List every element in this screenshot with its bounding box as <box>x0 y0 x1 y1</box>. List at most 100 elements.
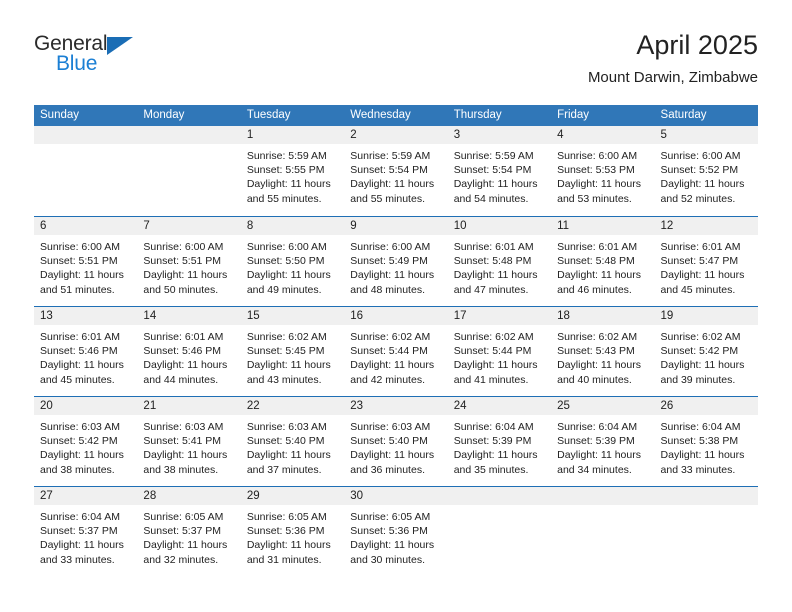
day-cell[interactable]: 12 Sunrise: 6:01 AM Sunset: 5:47 PM Dayligh… <box>654 217 758 306</box>
daylight-text-line2: and 48 minutes. <box>350 283 425 296</box>
day-cell[interactable]: 4 Sunrise: 6:00 AM Sunset: 5:53 PM Daylight… <box>551 126 655 216</box>
sunset-text: Sunset: 5:47 PM <box>660 255 739 268</box>
weekday-saturday: Saturday <box>660 109 707 121</box>
sunrise-text: Sunrise: 6:00 AM <box>246 241 327 253</box>
weeks-container: 1 Sunrise: 5:59 AM Sunset: 5:55 PM Daylight… <box>34 126 758 576</box>
day-cell[interactable]: 2 Sunrise: 5:59 AM Sunset: 5:54 PM Daylight… <box>344 126 448 216</box>
sunset-text: Sunset: 5:36 PM <box>350 525 428 538</box>
day-cell[interactable]: 25 Sunrise: 6:04 AM Sunset: 5:39 PM Dayligh… <box>551 397 655 486</box>
day-cell[interactable]: 23 Sunrise: 6:03 AM Sunset: 5:40 PM Dayligh… <box>344 397 448 486</box>
day-number-band: 21 <box>137 397 241 415</box>
day-cell[interactable]: 8 Sunrise: 6:00 AM Sunset: 5:50 PM Daylight… <box>240 217 345 306</box>
day-cell[interactable]: 24 Sunrise: 6:04 AM Sunset: 5:39 PM Dayligh… <box>447 397 552 486</box>
day-details: Sunrise: 6:00 AM Sunset: 5:53 PM Daylight:… <box>551 144 654 206</box>
day-number-band: 14 <box>137 307 241 325</box>
day-cell[interactable]: 22 Sunrise: 6:03 AM Sunset: 5:40 PM Dayligh… <box>240 397 345 486</box>
day-details: Sunrise: 6:03 AM Sunset: 5:42 PM Daylight:… <box>34 415 137 477</box>
sunset-text: Sunset: 5:36 PM <box>246 525 325 538</box>
weekday-wednesday: Wednesday <box>350 109 411 121</box>
sunrise-text: Sunrise: 6:04 AM <box>453 421 534 433</box>
day-details: Sunrise: 6:01 AM Sunset: 5:48 PM Daylight:… <box>448 235 551 297</box>
day-number: 3 <box>453 129 461 141</box>
daylight-text-line1: Daylight: 11 hours <box>143 359 228 372</box>
daylight-text-line1: Daylight: 11 hours <box>453 359 538 372</box>
day-cell[interactable]: 7 Sunrise: 6:00 AM Sunset: 5:51 PM Daylight… <box>137 217 241 306</box>
daylight-text-line1: Daylight: 11 hours <box>660 359 745 372</box>
day-number-band: 30 <box>344 487 448 505</box>
day-number: 26 <box>660 400 674 412</box>
sunset-text: Sunset: 5:37 PM <box>40 525 118 538</box>
calendar-grid: Sunday Monday Tuesday Wednesday Thursday… <box>34 105 758 576</box>
day-details: Sunrise: 6:03 AM Sunset: 5:40 PM Daylight:… <box>241 415 344 477</box>
daylight-text-line2: and 52 minutes. <box>660 192 736 205</box>
day-cell[interactable]: 18 Sunrise: 6:02 AM Sunset: 5:43 PM Dayligh… <box>551 307 655 396</box>
day-number: 24 <box>453 400 467 412</box>
day-cell-empty <box>551 487 655 576</box>
daylight-text-line1: Daylight: 11 hours <box>350 269 435 282</box>
sunrise-text: Sunrise: 6:00 AM <box>143 241 224 253</box>
sunset-text: Sunset: 5:41 PM <box>143 435 222 448</box>
sunrise-text: Sunrise: 6:02 AM <box>660 331 741 343</box>
day-number: 28 <box>143 490 157 502</box>
day-cell[interactable]: 9 Sunrise: 6:00 AM Sunset: 5:49 PM Daylight… <box>344 217 448 306</box>
day-details: Sunrise: 6:02 AM Sunset: 5:42 PM Daylight:… <box>655 325 758 387</box>
sunset-text: Sunset: 5:42 PM <box>660 345 739 358</box>
day-cell[interactable]: 10 Sunrise: 6:01 AM Sunset: 5:48 PM Dayligh… <box>447 217 552 306</box>
day-details: Sunrise: 6:01 AM Sunset: 5:47 PM Daylight:… <box>655 235 758 297</box>
day-cell[interactable]: 19 Sunrise: 6:02 AM Sunset: 5:42 PM Dayligh… <box>654 307 758 396</box>
day-cell[interactable]: 14 Sunrise: 6:01 AM Sunset: 5:46 PM Dayligh… <box>137 307 241 396</box>
day-number: 7 <box>143 220 150 232</box>
title-block: April 2025 Mount Darwin, Zimbabwe <box>588 28 758 89</box>
daylight-text-line2: and 33 minutes. <box>40 553 115 566</box>
daylight-text-line2: and 38 minutes. <box>40 463 115 476</box>
day-details: Sunrise: 5:59 AM Sunset: 5:54 PM Daylight:… <box>344 144 447 206</box>
day-cell[interactable]: 15 Sunrise: 6:02 AM Sunset: 5:45 PM Dayligh… <box>240 307 345 396</box>
sunset-text: Sunset: 5:40 PM <box>246 435 325 448</box>
day-number: 8 <box>246 220 254 232</box>
day-cell[interactable]: 5 Sunrise: 6:00 AM Sunset: 5:52 PM Daylight… <box>654 126 758 216</box>
day-cell-empty <box>654 487 758 576</box>
day-cell[interactable]: 20 Sunrise: 6:03 AM Sunset: 5:42 PM Dayligh… <box>34 397 138 486</box>
day-number-band: 1 <box>240 126 345 144</box>
sunrise-text: Sunrise: 6:04 AM <box>40 511 120 523</box>
day-number: 12 <box>660 220 674 232</box>
daylight-text-line1: Daylight: 11 hours <box>350 178 435 191</box>
daylight-text-line1: Daylight: 11 hours <box>40 359 124 372</box>
day-cell[interactable]: 21 Sunrise: 6:03 AM Sunset: 5:41 PM Dayligh… <box>137 397 241 486</box>
day-details: Sunrise: 6:02 AM Sunset: 5:44 PM Daylight:… <box>344 325 447 387</box>
day-cell[interactable]: 11 Sunrise: 6:01 AM Sunset: 5:48 PM Dayligh… <box>551 217 655 306</box>
general-blue-logo[interactable]: General Blue <box>34 32 164 82</box>
daylight-text-line2: and 36 minutes. <box>350 463 425 476</box>
day-cell[interactable]: 30 Sunrise: 6:05 AM Sunset: 5:36 PM Dayligh… <box>344 487 448 576</box>
logo-text-blue: Blue <box>56 52 98 75</box>
daylight-text-line2: and 45 minutes. <box>660 283 736 296</box>
day-cell[interactable]: 3 Sunrise: 5:59 AM Sunset: 5:54 PM Daylight… <box>447 126 552 216</box>
day-cell[interactable]: 17 Sunrise: 6:02 AM Sunset: 5:44 PM Dayligh… <box>447 307 552 396</box>
day-cell[interactable]: 6 Sunrise: 6:00 AM Sunset: 5:51 PM Daylight… <box>34 217 138 306</box>
day-cell[interactable]: 27 Sunrise: 6:04 AM Sunset: 5:37 PM Dayligh… <box>34 487 138 576</box>
week-row: 27 Sunrise: 6:04 AM Sunset: 5:37 PM Dayligh… <box>34 486 758 576</box>
week-row: 20 Sunrise: 6:03 AM Sunset: 5:42 PM Dayligh… <box>34 396 758 486</box>
day-number: 30 <box>350 490 364 502</box>
triangle-icon <box>107 37 133 55</box>
sunset-text: Sunset: 5:53 PM <box>557 164 635 177</box>
day-cell[interactable]: 1 Sunrise: 5:59 AM Sunset: 5:55 PM Daylight… <box>240 126 345 216</box>
day-number-band <box>654 487 758 505</box>
daylight-text-line2: and 45 minutes. <box>40 373 115 386</box>
sunset-text: Sunset: 5:39 PM <box>557 435 635 448</box>
sunset-text: Sunset: 5:52 PM <box>660 164 739 177</box>
sunset-text: Sunset: 5:54 PM <box>350 164 428 177</box>
sunrise-text: Sunrise: 5:59 AM <box>350 150 431 162</box>
day-number: 16 <box>350 310 364 322</box>
day-cell[interactable]: 13 Sunrise: 6:01 AM Sunset: 5:46 PM Dayligh… <box>34 307 138 396</box>
sunrise-text: Sunrise: 5:59 AM <box>246 150 327 162</box>
day-number: 9 <box>350 220 357 232</box>
day-cell[interactable]: 26 Sunrise: 6:04 AM Sunset: 5:38 PM Dayligh… <box>654 397 758 486</box>
daylight-text-line2: and 40 minutes. <box>557 373 632 386</box>
day-number-band: 7 <box>137 217 241 235</box>
day-cell[interactable]: 16 Sunrise: 6:02 AM Sunset: 5:44 PM Dayligh… <box>344 307 448 396</box>
day-cell[interactable]: 29 Sunrise: 6:05 AM Sunset: 5:36 PM Dayligh… <box>240 487 345 576</box>
day-cell[interactable]: 28 Sunrise: 6:05 AM Sunset: 5:37 PM Dayligh… <box>137 487 241 576</box>
sunrise-text: Sunrise: 6:05 AM <box>143 511 224 523</box>
sunrise-text: Sunrise: 6:02 AM <box>453 331 534 343</box>
